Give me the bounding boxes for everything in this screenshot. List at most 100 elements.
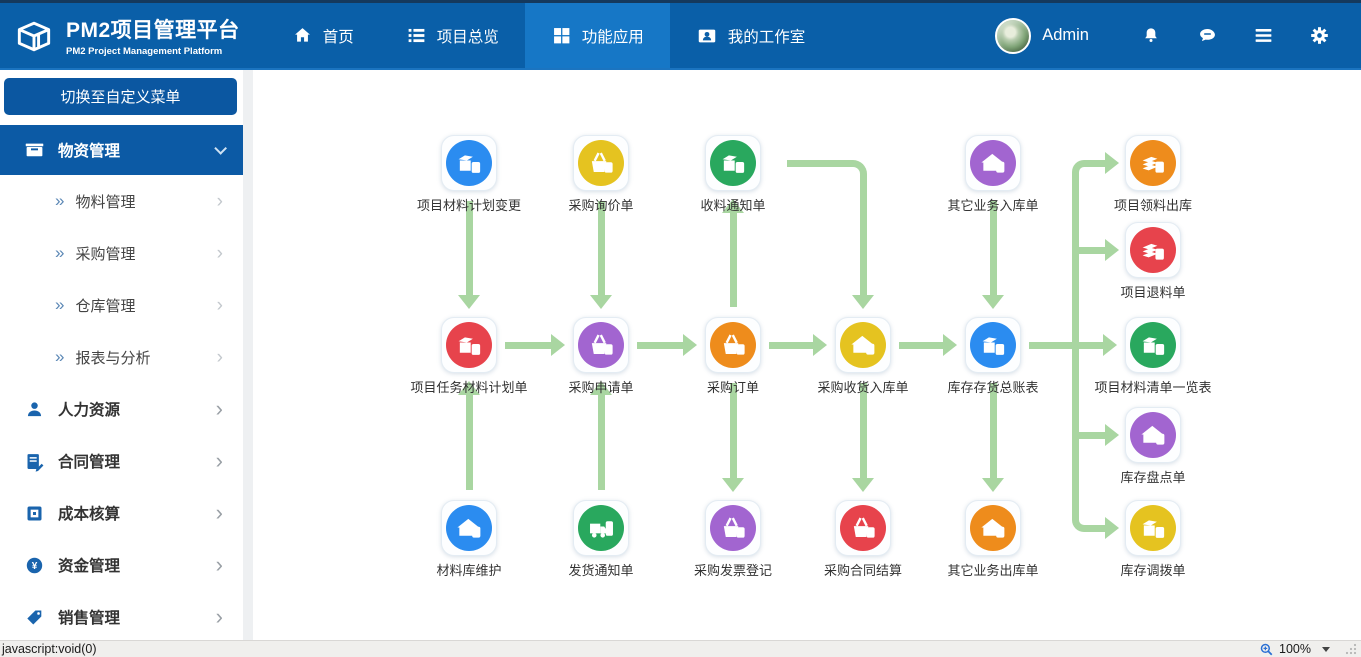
flow-node-box[interactable] (1125, 500, 1181, 556)
main-content: 项目材料计划变更采购询价单收料通知单其它业务入库单项目领料出库项目退料单项目任务… (253, 70, 1361, 640)
chevron-right-icon: › (216, 450, 223, 472)
sidebar-group-costing[interactable]: 成本核算 › (0, 487, 243, 539)
sidebar-groups: 人力资源 › 合同管理 › 成本核算 › ¥ (0, 383, 243, 643)
basket-icon (719, 331, 748, 360)
logo-cube-icon (12, 14, 56, 58)
nav-tab-workspace[interactable]: 我的工作室 (670, 3, 832, 68)
sidebar-group-contracts[interactable]: 合同管理 › (0, 435, 243, 487)
sidebar-subitem-label: 物料管理 (75, 191, 135, 212)
house-icon (849, 331, 878, 360)
house-icon (979, 149, 1008, 178)
chevron-right-icon: › (216, 398, 223, 420)
flow-arrowhead (1105, 517, 1119, 539)
flow-node-basket[interactable] (573, 135, 629, 191)
flow-node-basket[interactable] (835, 500, 891, 556)
truck-icon (587, 514, 616, 543)
sidebar-group-label: 成本核算 (58, 502, 120, 524)
flow-arrow-line (637, 342, 684, 349)
sidebar-subitem-label: 报表与分析 (75, 347, 150, 368)
flow-node-label: 其它业务入库单 (906, 195, 1080, 214)
flow-arrow-line (598, 394, 605, 490)
flow-arrowhead (458, 295, 480, 309)
flow-node-basket[interactable] (705, 500, 761, 556)
flow-arrow-line (990, 383, 997, 478)
box-icon (979, 331, 1008, 360)
settings-icon[interactable] (1291, 25, 1347, 46)
switch-menu-button[interactable]: 切换至自定义菜单 (4, 78, 237, 115)
flow-arrowhead (982, 478, 1004, 492)
flow-node-box[interactable] (441, 135, 497, 191)
flow-node-house[interactable] (441, 500, 497, 556)
tag-icon (24, 607, 45, 628)
flow-arrow-line (505, 342, 552, 349)
flow-canvas: 项目材料计划变更采购询价单收料通知单其它业务入库单项目领料出库项目退料单项目任务… (253, 70, 1361, 640)
person-icon (24, 399, 45, 420)
flow-arrow-line (990, 201, 997, 295)
grid-icon (551, 25, 572, 46)
flow-arrow-line (860, 182, 867, 296)
flow-node-stack[interactable] (1125, 135, 1181, 191)
brand[interactable]: PM2项目管理平台 PM2 Project Management Platfor… (0, 3, 266, 68)
app-title: PM2项目管理平台 (66, 14, 240, 44)
nav-tab-project-overview[interactable]: 项目总览 (380, 3, 525, 68)
flow-node-basket[interactable] (705, 317, 761, 373)
message-icon[interactable] (1179, 25, 1235, 46)
flow-node-box[interactable] (705, 135, 761, 191)
flow-arrowhead (982, 295, 1004, 309)
nav-tab-label: 项目总览 (437, 25, 499, 47)
navbar-right: Admin (995, 3, 1361, 68)
menu-icon[interactable] (1235, 25, 1291, 46)
stack-icon (1139, 236, 1168, 265)
basket-icon (719, 514, 748, 543)
sidebar-subitem-warehouse-mgmt[interactable]: » 仓库管理 › (0, 279, 243, 331)
app-subtitle: PM2 Project Management Platform (66, 46, 240, 57)
zoom-level: 100% (1279, 642, 1311, 656)
nav-tab-apps[interactable]: 功能应用 (525, 3, 670, 68)
sidebar-subitem-label: 仓库管理 (75, 295, 135, 316)
basket-icon (849, 514, 878, 543)
sidebar-group-sales[interactable]: 销售管理 › (0, 591, 243, 643)
sidebar-group-hr[interactable]: 人力资源 › (0, 383, 243, 435)
browser-statusbar: javascript:void(0) 100% (0, 640, 1361, 657)
chevron-right-icon: › (217, 192, 223, 211)
sidebar-subitem-purchase-mgmt[interactable]: » 采购管理 › (0, 227, 243, 279)
flow-arrowhead (852, 478, 874, 492)
flow-arrow-line (860, 383, 867, 478)
flow-node-label: 项目退料单 (1066, 282, 1240, 301)
house-icon (1139, 421, 1168, 450)
flow-node-house[interactable] (1125, 407, 1181, 463)
flow-node-stack[interactable] (1125, 222, 1181, 278)
flow-node-house[interactable] (835, 317, 891, 373)
sidebar-scrollbar[interactable] (243, 70, 253, 640)
house-icon (979, 514, 1008, 543)
flow-node-house[interactable] (965, 500, 1021, 556)
flow-arrow-line (1029, 342, 1104, 349)
flow-node-box[interactable] (441, 317, 497, 373)
sidebar-group-materials[interactable]: 物资管理 (0, 125, 243, 175)
list-icon (406, 25, 427, 46)
bell-icon[interactable] (1123, 26, 1179, 46)
yuan-icon: ¥ (24, 555, 45, 576)
flow-node-label: 项目材料清单一览表 (1066, 377, 1240, 396)
nav-tab-label: 我的工作室 (728, 25, 806, 47)
flow-node-basket[interactable] (573, 317, 629, 373)
resize-grip[interactable] (1345, 643, 1357, 655)
box-icon (1139, 331, 1168, 360)
box-icon (1139, 514, 1168, 543)
nav-tab-home[interactable]: 首页 (266, 3, 380, 68)
safe-icon (24, 503, 45, 524)
sidebar-subitem-reports-analysis[interactable]: » 报表与分析 › (0, 331, 243, 383)
sidebar-group-funds[interactable]: ¥ 资金管理 › (0, 539, 243, 591)
flow-node-house[interactable] (965, 135, 1021, 191)
box-icon (455, 149, 484, 178)
brand-text: PM2项目管理平台 PM2 Project Management Platfor… (66, 14, 240, 57)
avatar[interactable] (995, 18, 1031, 54)
sidebar-subitem-material-mgmt[interactable]: » 物料管理 › (0, 175, 243, 227)
flow-node-box[interactable] (1125, 317, 1181, 373)
double-chevron-icon: » (55, 191, 64, 211)
flow-node-truck[interactable] (573, 500, 629, 556)
double-chevron-icon: » (55, 295, 64, 315)
double-chevron-icon: » (55, 347, 64, 367)
flow-node-box[interactable] (965, 317, 1021, 373)
zoom-control[interactable]: 100% (1259, 642, 1361, 657)
